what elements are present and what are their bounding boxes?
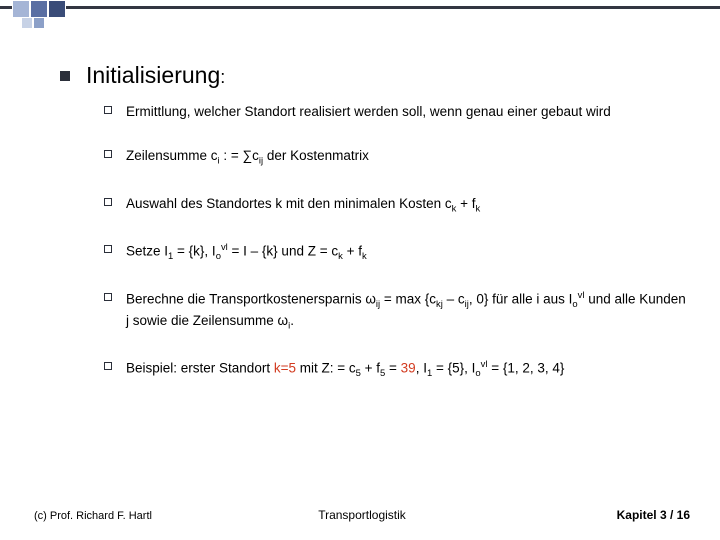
footer: Transportlogistik (c) Prof. Richard F. H… <box>34 508 690 522</box>
deco-square <box>48 0 66 18</box>
list-item: Berechne die Transportkostenersparnis ωi… <box>104 290 690 333</box>
bullet-outline-icon <box>104 362 112 370</box>
list-item: Beispiel: erster Standort k=5 mit Z: = c… <box>104 359 690 381</box>
header-strip <box>0 6 720 9</box>
list-item: Auswahl des Standortes k mit den minimal… <box>104 195 690 216</box>
heading-colon: : <box>220 67 225 87</box>
content-area: Initialisierung: Ermittlung, welcher Sta… <box>60 62 690 407</box>
deco-square <box>33 17 45 29</box>
slide: Initialisierung: Ermittlung, welcher Sta… <box>0 0 720 540</box>
deco-square <box>30 0 48 18</box>
footer-left: (c) Prof. Richard F. Hartl <box>34 510 152 522</box>
header-decoration <box>0 0 720 34</box>
list-item: Ermittlung, welcher Standort realisiert … <box>104 103 690 121</box>
list-item: Setze I1 = {k}, Iovl = I – {k} und Z = c… <box>104 242 690 264</box>
heading: Initialisierung: <box>86 62 225 89</box>
list-item-text: Zeilensumme ci : = ∑cij der Kostenmatrix <box>126 147 369 168</box>
footer-page: 16 <box>677 508 690 522</box>
bullet-outline-icon <box>104 245 112 253</box>
heading-row: Initialisierung: <box>60 62 690 89</box>
list-item-text: Beispiel: erster Standort k=5 mit Z: = c… <box>126 359 564 381</box>
bullet-square-icon <box>60 71 70 81</box>
list-item-text: Berechne die Transportkostenersparnis ωi… <box>126 290 690 333</box>
heading-text: Initialisierung <box>86 62 220 88</box>
list-item-text: Ermittlung, welcher Standort realisiert … <box>126 103 611 121</box>
bullet-outline-icon <box>104 198 112 206</box>
bullet-outline-icon <box>104 150 112 158</box>
deco-square <box>21 17 33 29</box>
item-list: Ermittlung, welcher Standort realisiert … <box>104 103 690 381</box>
deco-square <box>12 0 30 18</box>
footer-right: Kapitel 3 / 16 <box>617 508 690 522</box>
list-item-text: Auswahl des Standortes k mit den minimal… <box>126 195 480 216</box>
bullet-outline-icon <box>104 106 112 114</box>
footer-chapter: Kapitel 3 / <box>617 508 677 522</box>
bullet-outline-icon <box>104 293 112 301</box>
list-item-text: Setze I1 = {k}, Iovl = I – {k} und Z = c… <box>126 242 367 264</box>
list-item: Zeilensumme ci : = ∑cij der Kostenmatrix <box>104 147 690 168</box>
